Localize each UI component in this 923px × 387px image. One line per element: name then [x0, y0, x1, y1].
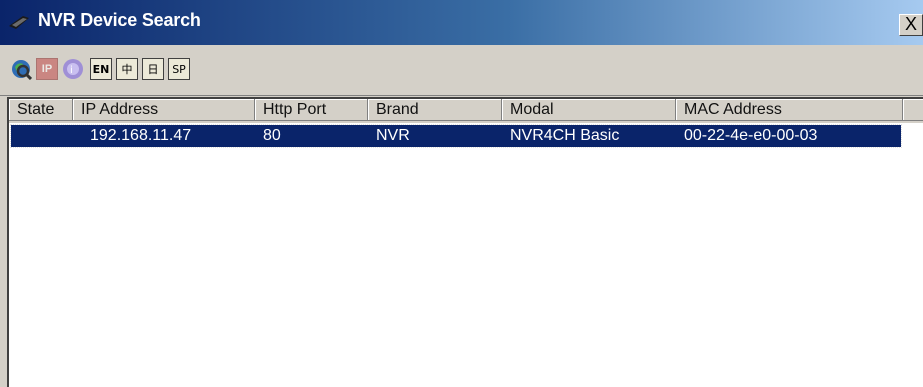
- ip-button[interactable]: IP: [36, 58, 58, 80]
- app-icon: [9, 16, 29, 29]
- japanese-button[interactable]: 日: [142, 58, 164, 80]
- cell-mac: 00-22-4e-e0-00-03: [684, 127, 818, 144]
- column-http-port[interactable]: Http Port: [255, 99, 368, 121]
- search-button[interactable]: [10, 58, 32, 80]
- window-title: NVR Device Search: [38, 10, 201, 30]
- column-filler: [903, 99, 923, 121]
- cell-port: 80: [263, 127, 281, 144]
- table-row[interactable]: 192.168.11.47 80 NVR NVR4CH Basic 00-22-…: [10, 124, 902, 148]
- list-header: State IP Address Http Port Brand Modal M…: [9, 99, 923, 123]
- column-state[interactable]: State: [9, 99, 73, 121]
- cell-ip: 192.168.11.47: [90, 127, 192, 144]
- info-button[interactable]: i: [62, 58, 84, 80]
- info-icon: i: [63, 59, 83, 79]
- english-button[interactable]: EN: [90, 58, 112, 80]
- device-list[interactable]: State IP Address Http Port Brand Modal M…: [7, 97, 923, 387]
- svg-text:i: i: [70, 65, 73, 76]
- english-icon: EN: [92, 62, 110, 76]
- toolbar: IP i EN 中 日 SP: [0, 45, 923, 96]
- sp-icon: SP: [172, 62, 186, 76]
- ip-icon: IP: [41, 63, 53, 75]
- column-modal[interactable]: Modal: [502, 99, 676, 121]
- close-button[interactable]: X: [899, 14, 923, 36]
- sp-button[interactable]: SP: [168, 58, 190, 80]
- cell-modal: NVR4CH Basic: [510, 127, 620, 144]
- title-bar: NVR Device Search X: [0, 0, 923, 45]
- cell-brand: NVR: [376, 127, 410, 144]
- chinese-button[interactable]: 中: [116, 58, 138, 80]
- column-mac-address[interactable]: MAC Address: [676, 99, 903, 121]
- column-brand[interactable]: Brand: [368, 99, 502, 121]
- column-ip-address[interactable]: IP Address: [73, 99, 255, 121]
- japanese-icon: 日: [147, 63, 159, 76]
- search-icon: [12, 60, 32, 80]
- chinese-icon: 中: [121, 63, 133, 76]
